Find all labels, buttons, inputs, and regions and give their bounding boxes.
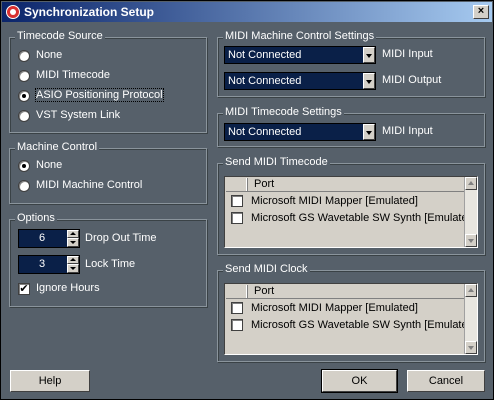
drop-out-time-spinner[interactable]: 6 bbox=[18, 229, 80, 248]
mtc-midi-input-select[interactable]: Not Connected bbox=[224, 123, 376, 141]
port-name: Microsoft GS Wavetable SW Synth [Emulate bbox=[251, 319, 468, 331]
port-column-header[interactable]: Port bbox=[226, 178, 464, 192]
port-checkbox[interactable] bbox=[231, 319, 243, 331]
port-checkbox[interactable] bbox=[231, 302, 243, 314]
lock-time-value[interactable]: 3 bbox=[19, 258, 65, 270]
radio-label: ASIO Positioning Protocol bbox=[35, 88, 164, 102]
timecode-source-title: Timecode Source bbox=[15, 30, 105, 42]
options-group: Options 6 Drop Out Time 3 Lock Time ✔ Ig… bbox=[9, 212, 207, 307]
sync-setup-dialog: Synchronization Setup × Timecode Source … bbox=[0, 0, 494, 400]
spin-down-arrow-icon[interactable] bbox=[67, 238, 79, 247]
port-header-label: Port bbox=[254, 285, 275, 297]
list-item[interactable]: Microsoft GS Wavetable SW Synth [Emulate bbox=[226, 317, 468, 334]
list-item[interactable]: Microsoft MIDI Mapper [Emulated] bbox=[226, 300, 464, 317]
spin-up-arrow-icon[interactable] bbox=[67, 230, 79, 238]
port-column-header[interactable]: Port bbox=[226, 285, 464, 299]
send-mtc-port-list[interactable]: Port Microsoft MIDI Mapper [Emulated] Mi… bbox=[224, 176, 478, 248]
mmc-midi-output-value: Not Connected bbox=[228, 75, 302, 87]
window-title: Synchronization Setup bbox=[24, 5, 155, 19]
chevron-down-icon[interactable] bbox=[363, 124, 375, 140]
radio-label: VST System Link bbox=[36, 109, 121, 121]
port-checkbox[interactable] bbox=[231, 212, 243, 224]
lock-time-label: Lock Time bbox=[85, 258, 136, 270]
mmc-midi-output-label: MIDI Output bbox=[382, 74, 442, 86]
lock-time-spinner[interactable]: 3 bbox=[18, 255, 80, 274]
radio-button[interactable] bbox=[18, 160, 30, 172]
timecode-source-group: Timecode Source None MIDI Timecode ASIO … bbox=[9, 30, 207, 133]
port-header-label: Port bbox=[254, 178, 275, 190]
ignore-hours-checkbox[interactable]: ✔ bbox=[18, 283, 30, 295]
radio-button[interactable] bbox=[18, 70, 30, 82]
close-button[interactable]: × bbox=[473, 5, 489, 19]
send-clock-port-list[interactable]: Port Microsoft MIDI Mapper [Emulated] Mi… bbox=[224, 283, 478, 355]
radio-button[interactable] bbox=[18, 110, 30, 122]
radio-button[interactable] bbox=[18, 90, 30, 102]
radio-label: None bbox=[36, 49, 63, 61]
radio-label: MIDI Machine Control bbox=[36, 179, 143, 191]
mtc-settings-group: MIDI Timecode Settings Not Connected MID… bbox=[217, 106, 485, 147]
header-checkbox-column bbox=[226, 285, 248, 298]
mtc-midi-input-label: MIDI Input bbox=[382, 125, 433, 137]
scroll-down-arrow-icon[interactable] bbox=[465, 341, 477, 354]
drop-out-time-label: Drop Out Time bbox=[85, 232, 157, 244]
chevron-down-icon[interactable] bbox=[363, 47, 375, 63]
scroll-up-arrow-icon[interactable] bbox=[465, 284, 477, 297]
machine-control-group: Machine Control None MIDI Machine Contro… bbox=[9, 141, 207, 204]
vertical-scrollbar[interactable] bbox=[464, 177, 477, 247]
list-item[interactable]: Microsoft MIDI Mapper [Emulated] bbox=[226, 193, 464, 210]
scroll-down-arrow-icon[interactable] bbox=[465, 234, 477, 247]
app-logo-icon bbox=[6, 5, 20, 19]
port-name: Microsoft MIDI Mapper [Emulated] bbox=[251, 195, 418, 207]
ok-button[interactable]: OK bbox=[321, 369, 398, 393]
radio-button[interactable] bbox=[18, 180, 30, 192]
title-bar[interactable]: Synchronization Setup × bbox=[2, 2, 492, 22]
mtc-settings-title: MIDI Timecode Settings bbox=[223, 106, 344, 118]
mmc-midi-input-value: Not Connected bbox=[228, 49, 302, 61]
ignore-hours-label: Ignore Hours bbox=[36, 282, 100, 294]
help-button[interactable]: Help bbox=[10, 370, 90, 392]
chevron-down-icon[interactable] bbox=[363, 73, 375, 89]
send-mtc-group: Send MIDI Timecode Port Microsoft MIDI M… bbox=[217, 156, 485, 255]
drop-out-time-value[interactable]: 6 bbox=[19, 232, 65, 244]
radio-label: MIDI Timecode bbox=[36, 69, 110, 81]
header-checkbox-column bbox=[226, 178, 248, 191]
send-clock-title: Send MIDI Clock bbox=[223, 263, 310, 275]
port-name: Microsoft GS Wavetable SW Synth [Emulate bbox=[251, 212, 468, 224]
mmc-midi-input-select[interactable]: Not Connected bbox=[224, 46, 376, 64]
mmc-settings-title: MIDI Machine Control Settings bbox=[223, 30, 377, 42]
port-checkbox[interactable] bbox=[231, 195, 243, 207]
mmc-settings-group: MIDI Machine Control Settings Not Connec… bbox=[217, 30, 485, 97]
mmc-midi-input-label: MIDI Input bbox=[382, 48, 433, 60]
options-title: Options bbox=[15, 212, 57, 224]
list-item[interactable]: Microsoft GS Wavetable SW Synth [Emulate bbox=[226, 210, 468, 227]
machine-control-title: Machine Control bbox=[15, 141, 100, 153]
mtc-midi-input-value: Not Connected bbox=[228, 126, 302, 138]
scroll-up-arrow-icon[interactable] bbox=[465, 177, 477, 190]
spin-up-arrow-icon[interactable] bbox=[67, 256, 79, 264]
vertical-scrollbar[interactable] bbox=[464, 284, 477, 354]
send-clock-group: Send MIDI Clock Port Microsoft MIDI Mapp… bbox=[217, 263, 485, 362]
mmc-midi-output-select[interactable]: Not Connected bbox=[224, 72, 376, 90]
spin-down-arrow-icon[interactable] bbox=[67, 264, 79, 273]
radio-label: None bbox=[36, 159, 63, 171]
radio-button[interactable] bbox=[18, 50, 30, 62]
send-mtc-title: Send MIDI Timecode bbox=[223, 156, 330, 168]
cancel-button[interactable]: Cancel bbox=[407, 370, 485, 392]
port-name: Microsoft MIDI Mapper [Emulated] bbox=[251, 302, 418, 314]
